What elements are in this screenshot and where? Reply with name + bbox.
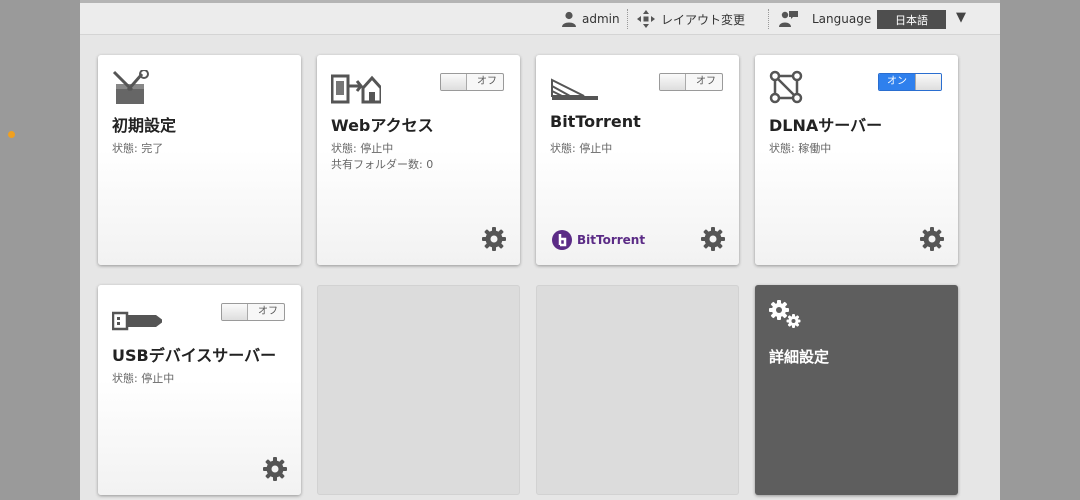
bittorrent-logo: BitTorrent bbox=[551, 229, 645, 251]
usb-device-server-toggle[interactable]: オフ bbox=[221, 303, 285, 321]
layout-change-button[interactable]: レイアウト変更 bbox=[636, 9, 745, 29]
card-status: 状態: 完了 bbox=[112, 142, 164, 155]
user-name: admin bbox=[582, 12, 620, 26]
gear-icon[interactable] bbox=[482, 227, 506, 251]
card-title: 初期設定 bbox=[112, 116, 177, 135]
gear-icon[interactable] bbox=[701, 227, 725, 251]
toggle-knob bbox=[441, 74, 467, 90]
bittorrent-logo-icon bbox=[552, 230, 572, 250]
card-title: BitTorrent bbox=[550, 112, 641, 131]
web-access-icon bbox=[331, 74, 381, 104]
language-speaker-icon bbox=[779, 11, 798, 27]
empty-slot bbox=[317, 285, 520, 495]
app-page: admin レイアウト変更 Language 日本語 ▼ 初期設定 状態: 完了… bbox=[80, 0, 1000, 500]
usb-icon bbox=[112, 311, 162, 331]
language-label: Language bbox=[812, 12, 872, 26]
side-indicator-dot bbox=[8, 131, 15, 138]
toggle-label: オフ bbox=[258, 306, 278, 317]
card-title: Webアクセス bbox=[331, 116, 434, 135]
card-bittorrent[interactable]: オフ BitTorrent 状態: 停止中 BitTorrent bbox=[536, 55, 739, 265]
bittorrent-toggle[interactable]: オフ bbox=[659, 73, 723, 91]
card-status: 状態: 停止中 bbox=[112, 372, 175, 385]
toggle-knob bbox=[660, 74, 686, 90]
gears-icon bbox=[769, 300, 801, 328]
card-usb-device-server[interactable]: オフ USBデバイスサーバー 状態: 停止中 bbox=[98, 285, 301, 495]
card-status: 状態: 停止中 bbox=[331, 142, 394, 155]
card-status: 状態: 稼働中 bbox=[769, 142, 832, 155]
card-advanced-settings[interactable]: 詳細設定 bbox=[755, 285, 958, 495]
user-menu[interactable]: admin bbox=[561, 9, 620, 29]
card-dlna-server[interactable]: オン DLNAサーバー 状態: 稼働中 bbox=[755, 55, 958, 265]
toggle-knob bbox=[915, 74, 941, 90]
dlna-network-icon bbox=[769, 70, 803, 104]
toggle-knob bbox=[222, 304, 248, 320]
header-divider bbox=[768, 9, 769, 29]
card-web-access[interactable]: オフ Webアクセス 状態: 停止中 共有フォルダー数: 0 bbox=[317, 55, 520, 265]
web-access-toggle[interactable]: オフ bbox=[440, 73, 504, 91]
layout-change-label: レイアウト変更 bbox=[661, 12, 746, 27]
card-initial-setup[interactable]: 初期設定 状態: 完了 bbox=[98, 55, 301, 265]
language-dropdown-arrow-icon[interactable]: ▼ bbox=[956, 10, 966, 25]
shared-folder-count: 共有フォルダー数: 0 bbox=[331, 158, 434, 171]
toolbox-icon bbox=[112, 70, 149, 104]
gear-icon[interactable] bbox=[920, 227, 944, 251]
header-bar: admin レイアウト変更 Language 日本語 ▼ bbox=[80, 3, 1000, 35]
language-section: Language bbox=[779, 9, 871, 29]
bittorrent-icon bbox=[551, 78, 598, 100]
empty-slot bbox=[536, 285, 739, 495]
bittorrent-logo-text: BitTorrent bbox=[577, 233, 646, 247]
card-title: 詳細設定 bbox=[769, 348, 830, 366]
dlna-toggle[interactable]: オン bbox=[878, 73, 942, 91]
language-select[interactable]: 日本語 bbox=[877, 10, 946, 29]
toggle-label: オン bbox=[879, 74, 915, 90]
card-status: 状態: 停止中 bbox=[550, 142, 613, 155]
move-arrows-icon bbox=[637, 10, 655, 28]
user-icon bbox=[562, 11, 576, 27]
card-title: USBデバイスサーバー bbox=[112, 346, 277, 365]
header-divider bbox=[627, 9, 628, 29]
card-title: DLNAサーバー bbox=[769, 116, 883, 135]
toggle-label: オフ bbox=[696, 76, 716, 87]
toggle-label: オフ bbox=[477, 76, 497, 87]
gear-icon[interactable] bbox=[263, 457, 287, 481]
